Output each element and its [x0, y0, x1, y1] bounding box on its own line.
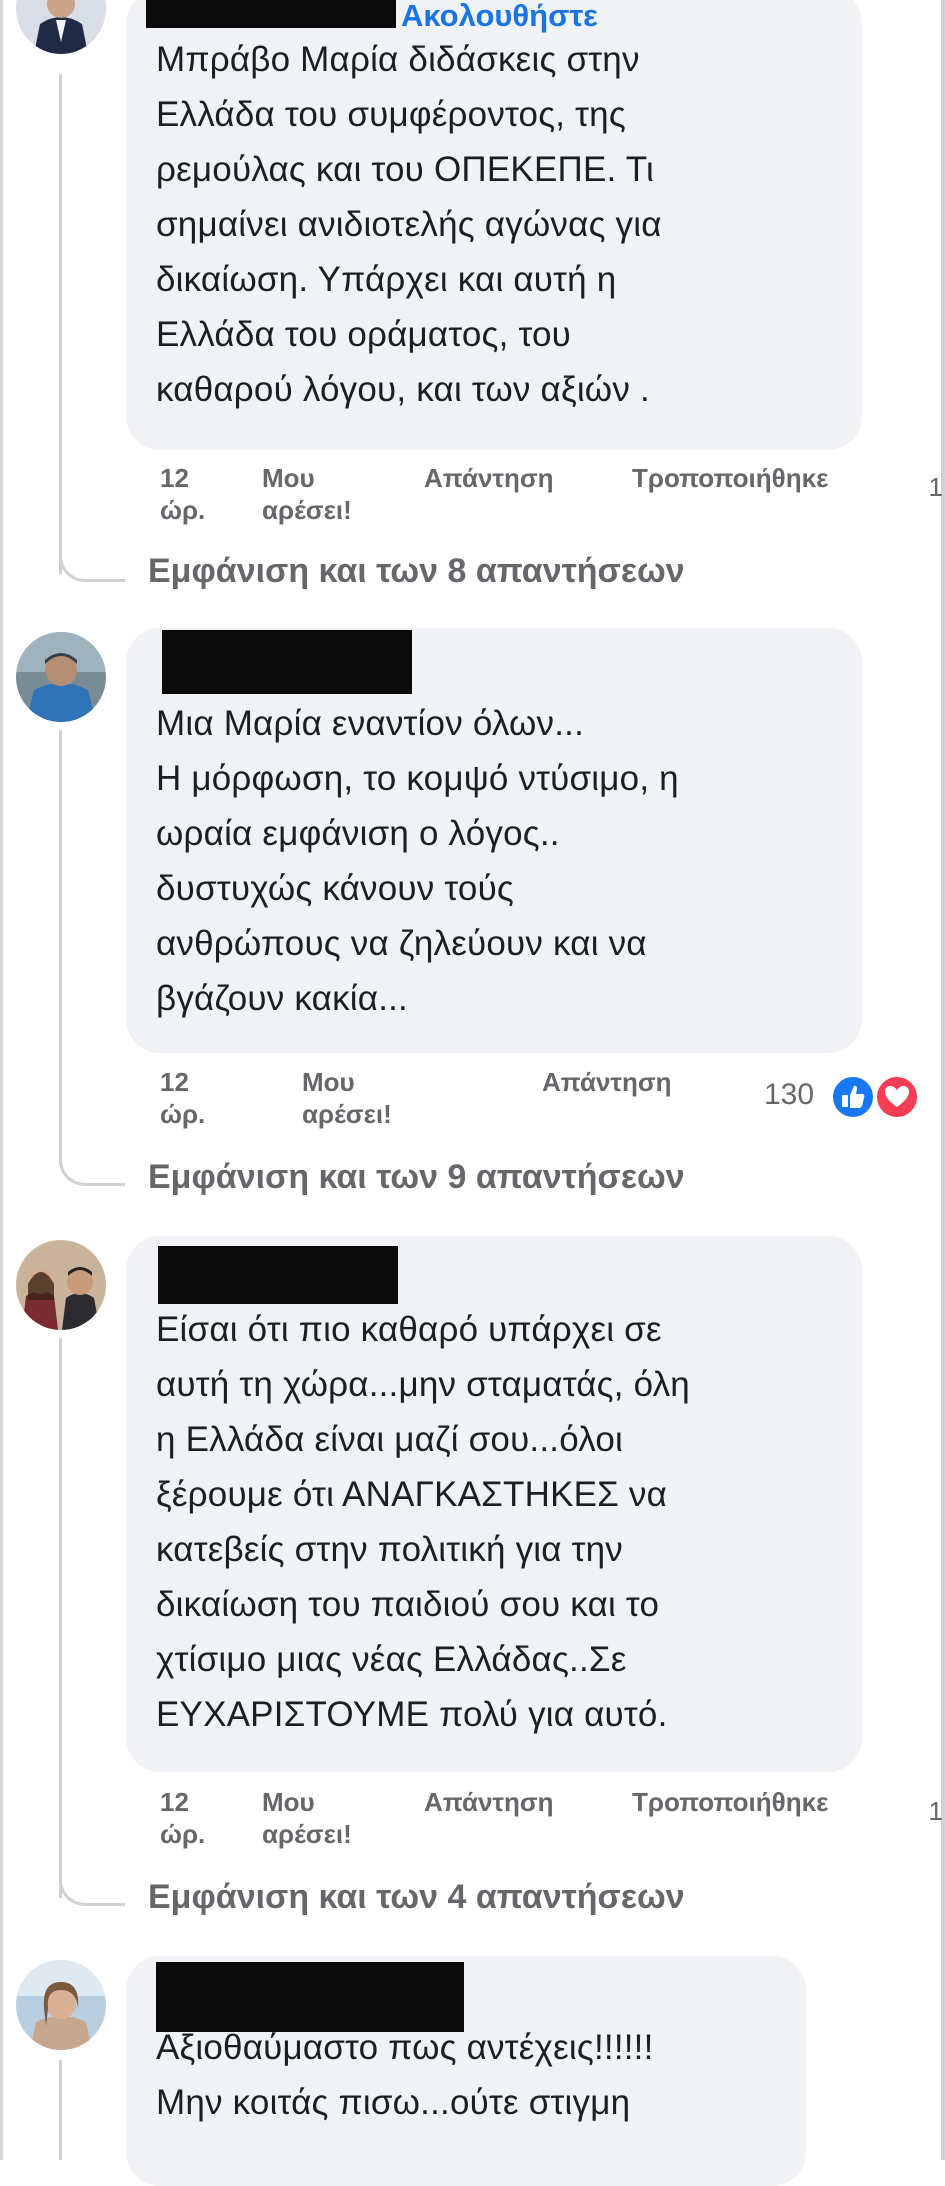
avatar[interactable]: [16, 0, 106, 54]
view-replies-link[interactable]: Εμφάνιση και των 4 απαντήσεων: [148, 1878, 685, 1917]
thread-connector: [59, 1144, 125, 1186]
thread-line: [59, 730, 62, 1160]
thread-connector: [59, 540, 125, 582]
comment-bubble: Αξιοθαύμαστο πως αντέχεις!!!!!! Μην κοιτ…: [126, 1956, 806, 2186]
comment-time[interactable]: 12 ώρ.: [160, 1786, 205, 1850]
comment-bubble: Μια Μαρία εναντίον όλων... Η μόρφωση, το…: [126, 628, 862, 1053]
like-button[interactable]: Μου αρέσει!: [262, 462, 352, 526]
edge-cutoff-text: 1: [928, 472, 943, 502]
comment-text: Αξιοθαύμαστο πως αντέχεις!!!!!! Μην κοιτ…: [156, 2028, 654, 2122]
comments-page: Ακολουθήστε Μπράβο Μαρία διδάσκεις στην …: [0, 0, 945, 2186]
reply-button[interactable]: Απάντηση: [424, 1786, 554, 1818]
comment-bubble: Ακολουθήστε Μπράβο Μαρία διδάσκεις στην …: [126, 0, 862, 450]
edited-label[interactable]: Τροποποιήθηκε: [632, 462, 828, 494]
scrollbar[interactable]: [941, 0, 945, 2160]
comment-text: Είσαι ότι πιο καθαρό υπάρχει σε αυτή τη …: [156, 1310, 690, 1734]
comment-bubble: Είσαι ότι πιο καθαρό υπάρχει σε αυτή τη …: [126, 1236, 862, 1772]
comment-time[interactable]: 12 ώρ.: [160, 1066, 205, 1130]
edited-label[interactable]: Τροποποιήθηκε: [632, 1786, 828, 1818]
thread-line: [59, 1338, 62, 1898]
like-button[interactable]: Μου αρέσει!: [262, 1786, 352, 1850]
view-replies-link[interactable]: Εμφάνιση και των 9 απαντήσεων: [148, 1158, 685, 1197]
view-replies-link[interactable]: Εμφάνιση και των 8 απαντήσεων: [148, 552, 685, 591]
reply-button[interactable]: Απάντηση: [542, 1066, 672, 1098]
left-edge-border: [0, 0, 3, 2160]
like-reaction-icon[interactable]: [830, 1074, 876, 1120]
like-button[interactable]: Μου αρέσει!: [302, 1066, 392, 1130]
reaction-count[interactable]: 130: [764, 1078, 814, 1112]
redacted-author-name: [146, 0, 396, 28]
comment-time[interactable]: 12 ώρ.: [160, 462, 205, 526]
avatar[interactable]: [16, 1960, 106, 2050]
redacted-author-name: [162, 630, 412, 694]
love-reaction-icon[interactable]: [874, 1074, 920, 1120]
thread-line: [59, 2060, 62, 2160]
follow-link[interactable]: Ακολουθήστε: [401, 0, 598, 34]
avatar[interactable]: [16, 632, 106, 722]
reply-button[interactable]: Απάντηση: [424, 462, 554, 494]
thread-connector: [59, 1864, 125, 1906]
edge-cutoff-text: 1: [928, 1796, 943, 1826]
thread-line: [59, 74, 62, 574]
comment-text: Μια Μαρία εναντίον όλων... Η μόρφωση, το…: [156, 704, 679, 1018]
avatar[interactable]: [16, 1240, 106, 1330]
comment-text: Μπράβο Μαρία διδάσκεις στην Ελλάδα του σ…: [156, 40, 662, 409]
redacted-author-name: [158, 1246, 398, 1304]
